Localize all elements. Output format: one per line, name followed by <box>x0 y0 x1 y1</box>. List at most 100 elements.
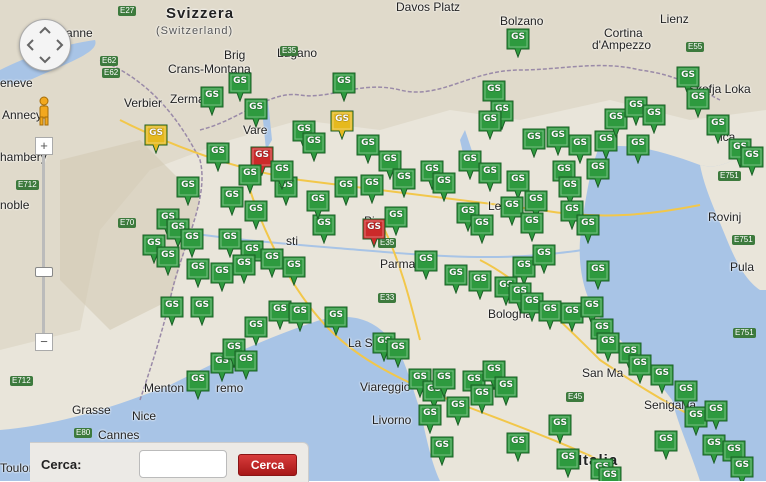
gs-station-marker-icon[interactable]: GS <box>548 414 572 444</box>
gs-station-marker-icon[interactable]: GS <box>704 400 728 430</box>
place-label-cortina_line2: d'Ampezzo <box>592 38 651 52</box>
gs-station-marker-icon[interactable]: GS <box>176 176 200 206</box>
gs-station-marker-icon[interactable]: GS <box>432 368 456 398</box>
gs-station-marker-icon[interactable]: GS <box>244 98 268 128</box>
gs-station-marker-icon[interactable]: GS <box>282 256 306 286</box>
marker-label: GS <box>237 258 251 268</box>
gs-station-marker-icon[interactable]: GS <box>302 132 326 162</box>
gs-station-marker-icon[interactable]: GS <box>186 370 210 400</box>
place-label-geneve: eneve <box>0 76 33 90</box>
search-input[interactable] <box>139 450 227 478</box>
road-shield: E55 <box>686 42 705 52</box>
gs-station-marker-icon[interactable]: GS <box>244 200 268 230</box>
gs-station-marker-icon[interactable]: GS <box>330 110 354 140</box>
gs-station-marker-icon[interactable]: GS <box>470 384 494 414</box>
search-panel: Cerca: Cerca <box>30 442 309 482</box>
place-label-nice: Nice <box>132 409 157 423</box>
pegman-icon[interactable] <box>35 96 53 126</box>
road-shield: E712 <box>10 376 33 386</box>
gs-station-marker-icon[interactable]: GS <box>324 306 348 336</box>
gs-station-marker-icon[interactable]: GS <box>386 338 410 368</box>
search-button[interactable]: Cerca <box>238 454 297 476</box>
gs-station-marker-icon[interactable]: GS <box>654 430 678 460</box>
marker-label: GS <box>205 90 219 100</box>
place-label-verbier: Verbier <box>124 96 163 110</box>
gs-station-marker-icon[interactable]: GS <box>730 456 754 481</box>
gs-station-marker-icon[interactable]: GS <box>532 244 556 274</box>
marker-label: GS <box>383 154 397 164</box>
marker-label: GS <box>487 84 501 94</box>
gs-station-marker-icon[interactable]: GS <box>306 190 330 220</box>
gs-station-marker-icon[interactable]: GS <box>334 176 358 206</box>
gs-station-marker-icon[interactable]: GS <box>586 260 610 290</box>
gs-station-marker-icon[interactable]: GS <box>356 134 380 164</box>
gs-station-marker-icon[interactable]: GS <box>156 246 180 276</box>
marker-label: GS <box>633 358 647 368</box>
gs-station-marker-icon[interactable]: GS <box>362 218 386 248</box>
gs-station-marker-icon[interactable]: GS <box>576 214 600 244</box>
gs-station-marker-icon[interactable]: GS <box>392 168 416 198</box>
gs-station-marker-icon[interactable]: GS <box>288 302 312 332</box>
marker-label: GS <box>735 460 749 470</box>
gs-station-marker-icon[interactable]: GS <box>586 158 610 188</box>
gs-station-marker-icon[interactable]: GS <box>628 354 652 384</box>
map-canvas[interactable]: Svizzera(Switzerland)ItaliaLausanneeneve… <box>0 0 766 481</box>
gs-station-marker-icon[interactable]: GS <box>444 264 468 294</box>
gs-station-marker-icon[interactable]: GS <box>506 432 530 462</box>
gs-station-marker-icon[interactable]: GS <box>270 160 294 190</box>
marker-label: GS <box>475 218 489 228</box>
gs-station-marker-icon[interactable]: GS <box>522 128 546 158</box>
marker-label: GS <box>335 114 349 124</box>
gs-station-marker-icon[interactable]: GS <box>642 104 666 134</box>
gs-station-marker-icon[interactable]: GS <box>626 134 650 164</box>
pan-control[interactable] <box>19 19 71 71</box>
gs-station-marker-icon[interactable]: GS <box>190 296 214 326</box>
zoom-in-button[interactable]: + <box>35 137 53 155</box>
gs-station-marker-icon[interactable]: GS <box>384 206 408 236</box>
gs-station-marker-icon[interactable]: GS <box>556 448 580 478</box>
gs-station-marker-icon[interactable]: GS <box>468 270 492 300</box>
marker-label: GS <box>679 384 693 394</box>
gs-station-marker-icon[interactable]: GS <box>260 248 284 278</box>
marker-label: GS <box>211 146 225 156</box>
gs-station-marker-icon[interactable]: GS <box>706 114 730 144</box>
gs-station-marker-icon[interactable]: GS <box>494 376 518 406</box>
marker-label: GS <box>215 266 229 276</box>
zoom-slider-thumb[interactable] <box>35 267 53 277</box>
gs-station-marker-icon[interactable]: GS <box>506 28 530 58</box>
gs-station-marker-icon[interactable]: GS <box>200 86 224 116</box>
gs-station-marker-icon[interactable]: GS <box>596 332 620 362</box>
marker-label: GS <box>529 194 543 204</box>
zoom-slider-track[interactable] <box>42 155 45 333</box>
gs-station-marker-icon[interactable]: GS <box>418 404 442 434</box>
gs-station-marker-icon[interactable]: GS <box>650 364 674 394</box>
place-label-davos: Davos Platz <box>396 0 461 14</box>
gs-station-marker-icon[interactable]: GS <box>478 110 502 140</box>
gs-station-marker-icon[interactable]: GS <box>446 396 470 426</box>
marker-label: GS <box>249 204 263 214</box>
gs-station-marker-icon[interactable]: GS <box>234 350 258 380</box>
gs-station-marker-icon[interactable]: GS <box>414 250 438 280</box>
gs-station-marker-icon[interactable]: GS <box>186 258 210 288</box>
gs-station-marker-icon[interactable]: GS <box>538 300 562 330</box>
gs-station-marker-icon[interactable]: GS <box>244 316 268 346</box>
place-label-brig: Brig <box>224 48 246 62</box>
gs-station-marker-icon[interactable]: GS <box>232 254 256 284</box>
gs-station-marker-icon[interactable]: GS <box>210 262 234 292</box>
gs-station-marker-icon[interactable]: GS <box>432 172 456 202</box>
gs-station-marker-icon[interactable]: GS <box>238 164 262 194</box>
gs-station-marker-icon[interactable]: GS <box>598 466 622 481</box>
gs-station-marker-icon[interactable]: GS <box>430 436 454 466</box>
gs-station-marker-icon[interactable]: GS <box>180 228 204 258</box>
gs-station-marker-icon[interactable]: GS <box>206 142 230 172</box>
zoom-out-button[interactable]: − <box>35 333 53 351</box>
gs-station-marker-icon[interactable]: GS <box>546 126 570 156</box>
gs-station-marker-icon[interactable]: GS <box>520 212 544 242</box>
gs-station-marker-icon[interactable]: GS <box>332 72 356 102</box>
marker-label: GS <box>553 418 567 428</box>
gs-station-marker-icon[interactable]: GS <box>470 214 494 244</box>
gs-station-marker-icon[interactable]: GS <box>160 296 184 326</box>
gs-station-marker-icon[interactable]: GS <box>478 162 502 192</box>
gs-station-marker-icon[interactable]: GS <box>740 146 764 176</box>
gs-station-marker-icon[interactable]: GS <box>144 124 168 154</box>
